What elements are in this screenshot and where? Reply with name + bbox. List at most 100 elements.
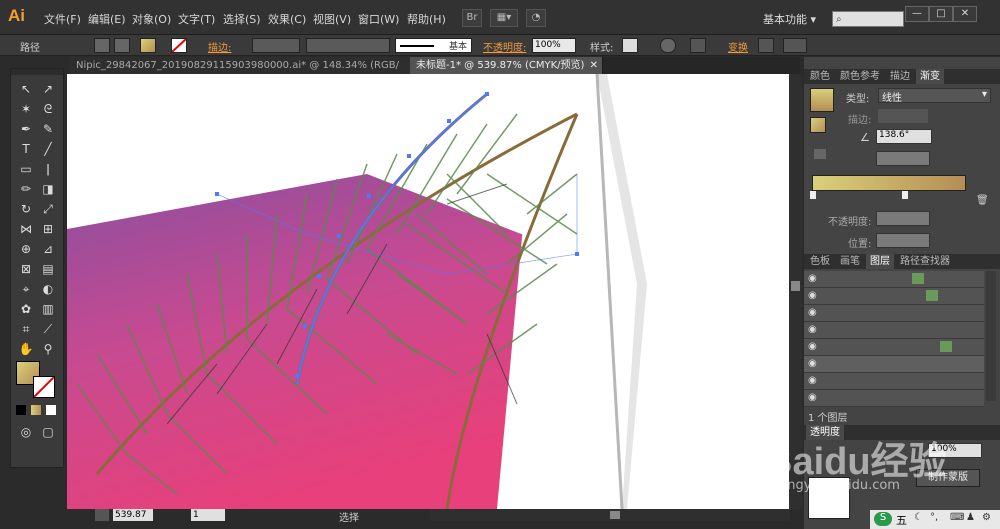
close-tab-icon[interactable]: ✕ [590,57,598,74]
stroke-swatch[interactable] [171,38,187,53]
layer-row[interactable]: ◉ [804,322,984,339]
pencil-tool-icon[interactable]: ✏ [17,181,35,198]
rectangle-tool-icon[interactable]: ▭ [17,161,35,178]
eyedropper-tool-icon[interactable]: ⌖ [17,281,35,298]
gradient-slider[interactable] [812,175,966,191]
eraser-tool-icon[interactable]: ◨ [39,181,57,198]
none-mode-icon[interactable] [46,405,56,415]
gradient-preview-swatch[interactable] [810,88,834,112]
help-search-input[interactable]: ⌕ [832,11,904,27]
minimize-icon[interactable]: — [905,6,929,22]
gradient-stop-start[interactable] [810,191,816,199]
recolor-icon[interactable] [660,38,676,53]
tab-swatches[interactable]: 色板 [806,254,834,269]
slice-tool-icon[interactable]: ⟋ [39,321,57,338]
tab-color[interactable]: 颜色 [806,69,834,84]
vertical-scroll-thumb[interactable] [791,281,800,291]
magic-wand-tool-icon[interactable]: ✶ [17,101,35,118]
brush-definition-dropdown[interactable]: 基本 [395,38,472,53]
horizontal-scroll-thumb[interactable] [610,511,620,519]
pen-tool-icon[interactable]: ✒ [17,121,35,138]
stroke-weight-field[interactable] [252,38,300,53]
keyboard-icon[interactable]: ⌨ [950,512,964,523]
tab-color-guide[interactable]: 颜色参考 [836,69,884,84]
symbol-sprayer-tool-icon[interactable]: ✿ [17,301,35,318]
horizontal-scrollbar[interactable] [430,509,790,521]
artboard-number-field[interactable]: 1 [191,509,225,521]
visibility-eye-icon[interactable]: ◉ [808,358,817,369]
menu-window[interactable]: 窗口(W) [358,11,399,27]
close-icon[interactable]: ✕ [953,6,977,22]
rotate-tool-icon[interactable]: ↻ [17,201,35,218]
tab-brushes[interactable]: 画笔 [836,254,864,269]
artboard-canvas[interactable] [67,74,789,509]
isolate-icon[interactable] [94,38,110,53]
user-icon[interactable]: ♟ [966,512,975,523]
layer-row[interactable]: ◉ [804,288,984,305]
column-graph-tool-icon[interactable]: ▥ [39,301,57,318]
ime-mode-label[interactable]: 五 [896,512,907,528]
width-tool-icon[interactable]: ⋈ [17,221,35,238]
aspect-ratio-field[interactable] [876,151,930,166]
graphic-style-swatch[interactable] [622,38,638,53]
line-tool-icon[interactable]: ╱ [39,141,57,158]
layer-row[interactable]: ◉ [804,339,984,356]
tab-gradient[interactable]: 渐变 [916,69,944,84]
direct-selection-tool-icon[interactable]: ↗ [39,81,57,98]
visibility-eye-icon[interactable]: ◉ [808,307,817,318]
settings-icon[interactable]: ⚙ [982,512,991,523]
menu-object[interactable]: 对象(O) [132,11,171,27]
perspective-grid-tool-icon[interactable]: ⊿ [39,241,57,258]
stroke-label[interactable]: 描边: [208,39,231,54]
variable-width-dropdown[interactable] [306,38,390,53]
hand-tool-icon[interactable]: ✋ [17,341,35,358]
bridge-icon[interactable]: Br [462,9,482,27]
zoom-field[interactable]: 539.87 [113,509,153,521]
fill-stroke-swatch[interactable] [810,117,826,133]
mesh-tool-icon[interactable]: ⊠ [17,261,35,278]
menu-help[interactable]: 帮助(H) [407,11,446,27]
maximize-icon[interactable]: □ [929,6,953,22]
gradient-stop-end[interactable] [902,191,908,199]
stroke-gradient-options[interactable] [878,109,928,123]
artwork[interactable] [67,74,789,509]
menu-view[interactable]: 视图(V) [313,11,351,27]
angle-field[interactable]: 138.6° [876,129,932,144]
gradient-tool-icon[interactable]: ▤ [39,261,57,278]
stop-position-field[interactable] [876,233,930,248]
menu-edit[interactable]: 编辑(E) [88,11,126,27]
gradient-rectangle[interactable] [67,174,557,509]
curvature-tool-icon[interactable]: ✎ [39,121,57,138]
layer-row[interactable]: ◉ [804,390,984,407]
menu-effect[interactable]: 效果(C) [268,11,306,27]
visibility-eye-icon[interactable]: ◉ [808,341,817,352]
selection-tool-icon[interactable]: ↖ [17,81,35,98]
tab-layers[interactable]: 图层 [866,254,894,269]
fill-swatch[interactable] [140,38,156,53]
anchor-icon[interactable] [114,38,130,53]
layer-row[interactable]: ◉ [804,373,984,390]
stroke-color-icon[interactable] [33,376,55,398]
visibility-eye-icon[interactable]: ◉ [808,290,817,301]
workspace-switcher[interactable]: 基本功能 ▾ [763,11,816,27]
menu-file[interactable]: 文件(F) [44,11,81,27]
tab-nipic-document[interactable]: Nipic_29842067_20190829115903980000.ai* … [70,57,413,88]
scale-tool-icon[interactable]: ⤢ [39,201,57,218]
paintbrush-tool-icon[interactable]: ǀ [39,161,57,178]
color-mode-icon[interactable] [16,405,26,415]
shape-builder-tool-icon[interactable]: ⊕ [17,241,35,258]
layer-row-selected[interactable]: ◉ [804,356,984,373]
screen-mode-icon[interactable]: ▢ [39,424,57,441]
opacity-field[interactable]: 100% [532,38,576,53]
visibility-eye-icon[interactable]: ◉ [808,324,817,335]
gpu-performance-icon[interactable]: ◔ [526,9,546,27]
menu-type[interactable]: 文字(T) [178,11,215,27]
share-icon[interactable] [95,509,109,521]
opacity-label[interactable]: 不透明度: [483,39,526,54]
blend-tool-icon[interactable]: ◐ [39,281,57,298]
reverse-gradient-icon[interactable] [814,149,826,159]
layers-scrollbar[interactable] [986,271,996,401]
tab-stroke[interactable]: 描边 [886,69,914,84]
align-icon[interactable] [690,38,706,53]
delete-stop-icon[interactable]: 🗑 [976,195,989,206]
